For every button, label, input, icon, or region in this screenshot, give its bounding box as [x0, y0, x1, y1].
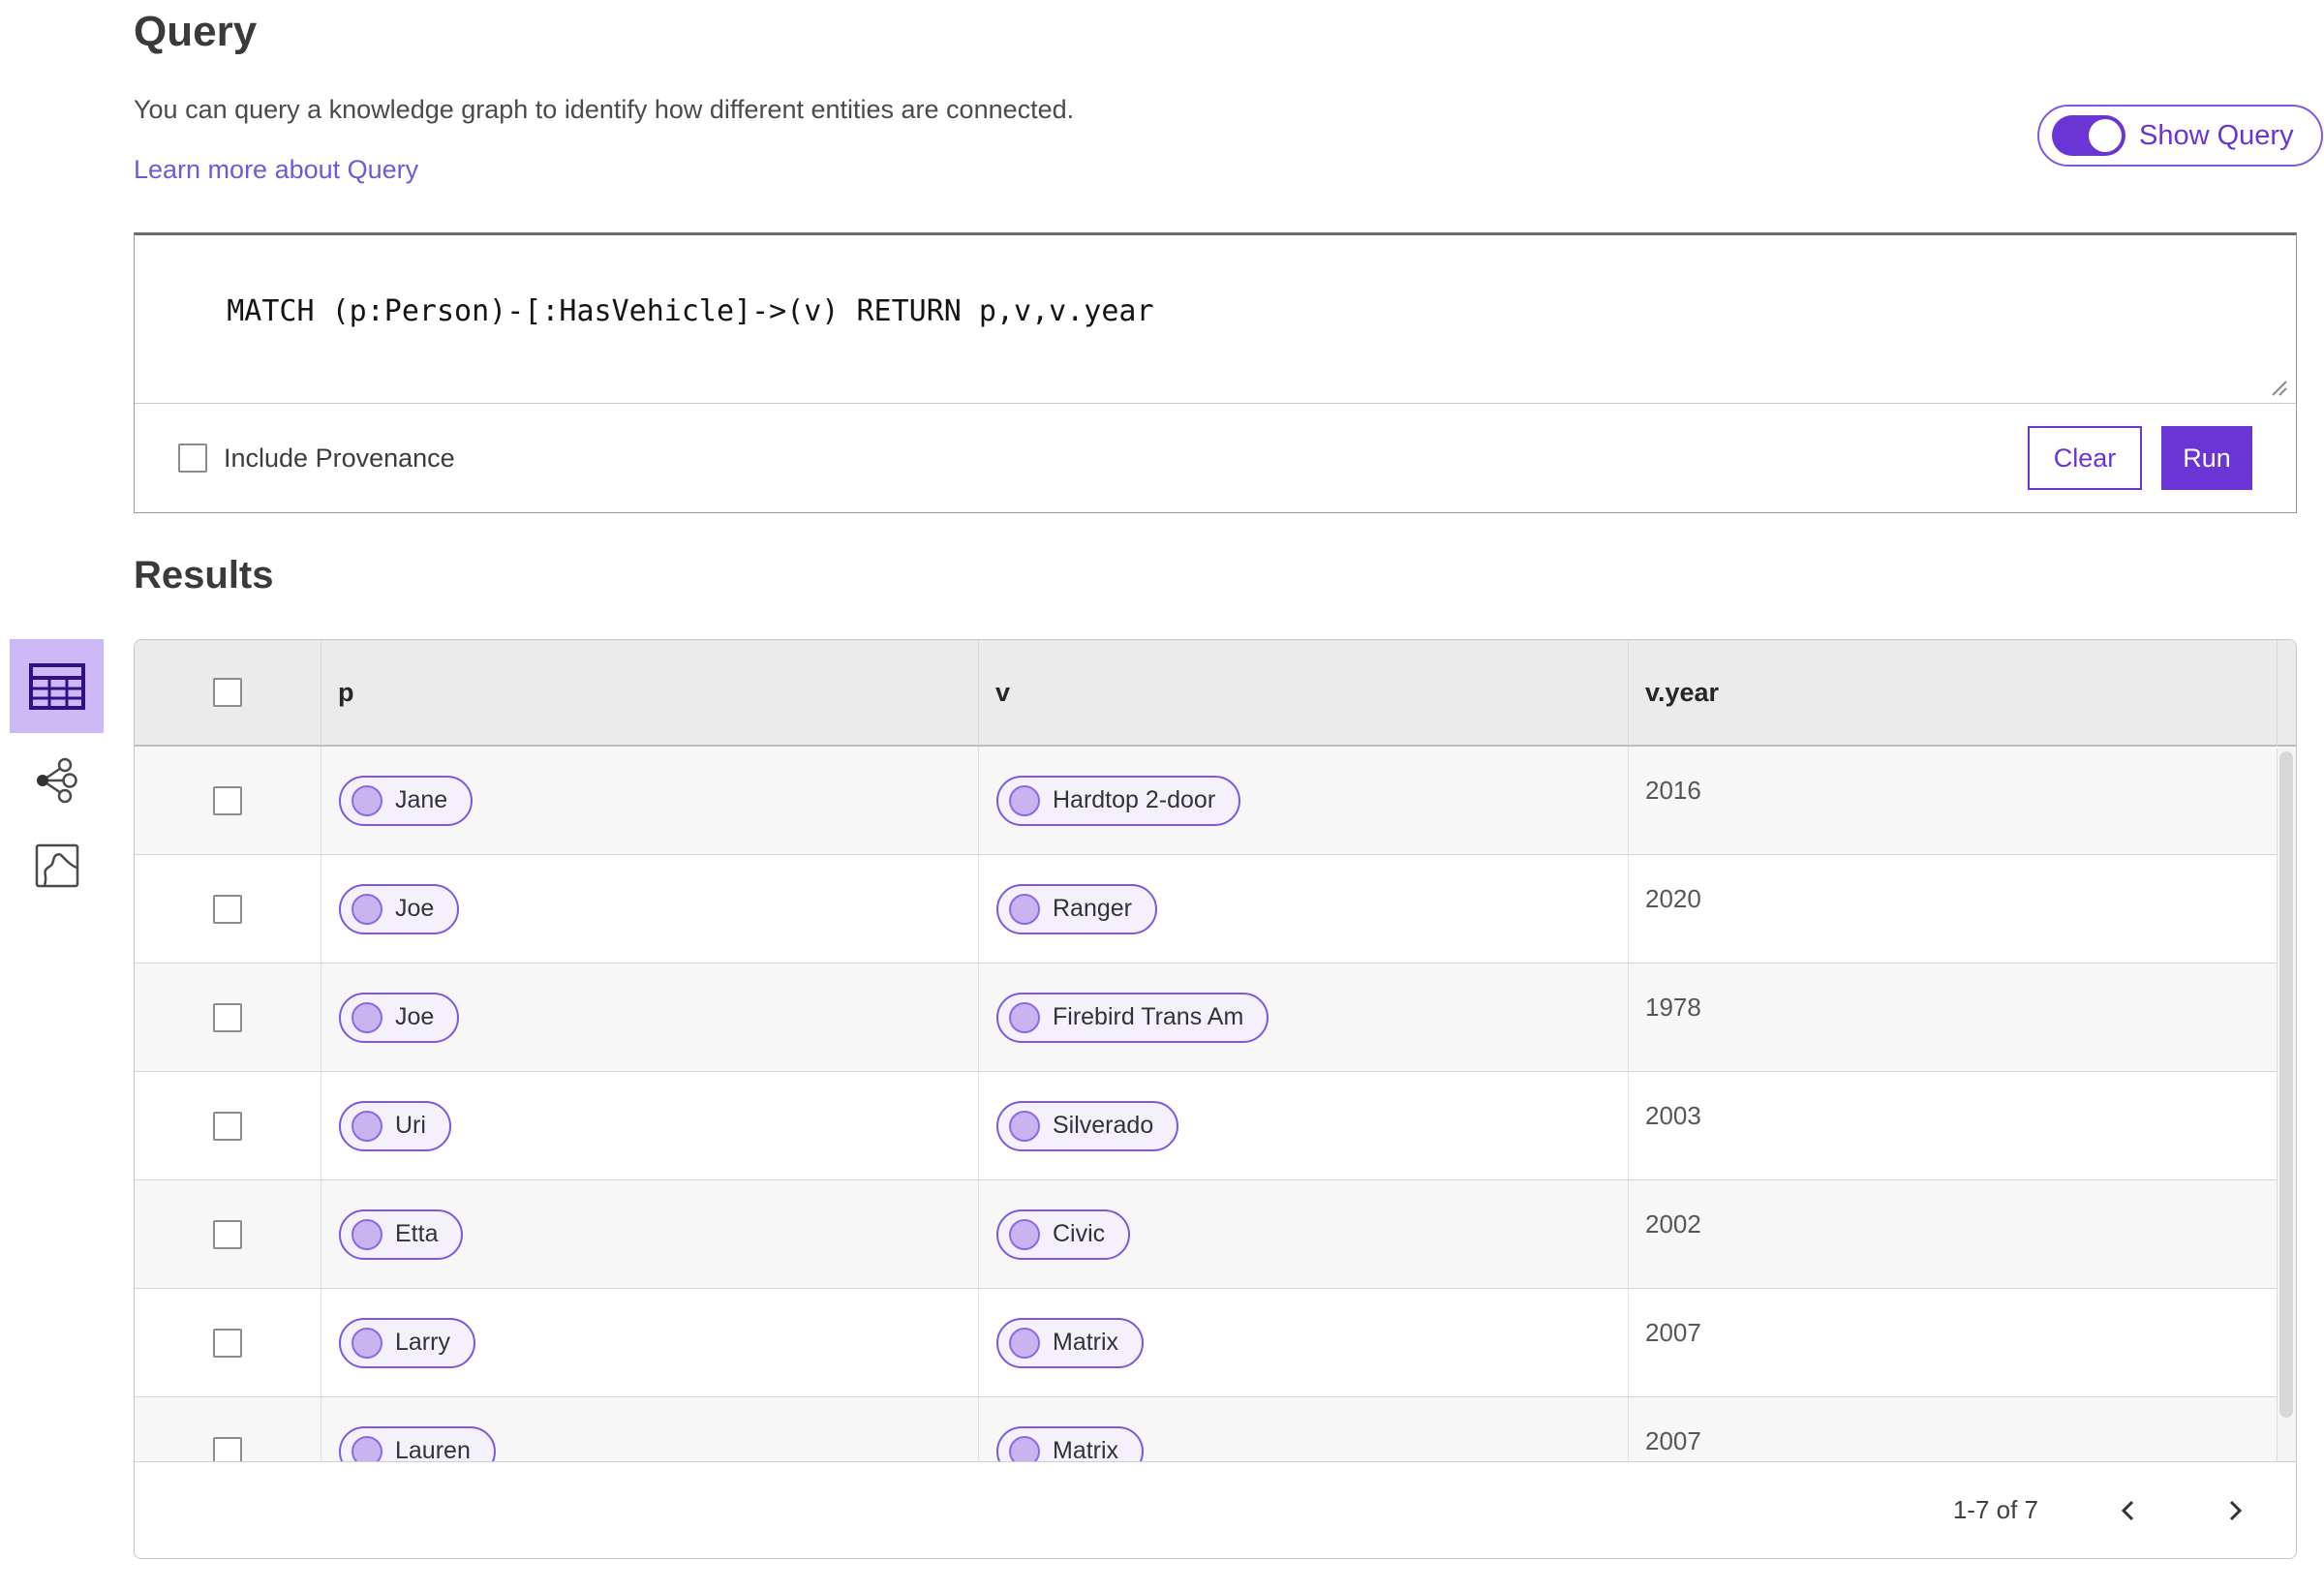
entity-label: Joe: [395, 895, 435, 922]
node-icon: [352, 1110, 382, 1142]
run-button[interactable]: Run: [2161, 426, 2252, 490]
show-query-label: Show Query: [2139, 119, 2294, 151]
clear-button[interactable]: Clear: [2028, 426, 2142, 490]
entity-label: Jane: [395, 786, 448, 813]
scrollbar-corner: [2277, 640, 2296, 747]
node-icon: [1009, 1001, 1040, 1033]
graph-icon: [37, 757, 77, 804]
entity-chip-p[interactable]: Uri: [339, 1100, 451, 1151]
table-body: Jane Hardtop 2-door 2016 Joe Ranger 2020: [135, 747, 2296, 1506]
node-icon: [352, 893, 382, 925]
entity-chip-p[interactable]: Larry: [339, 1317, 475, 1368]
table-view-button[interactable]: [10, 639, 104, 733]
select-all-checkbox[interactable]: [213, 678, 242, 707]
graph-view-button[interactable]: [29, 753, 83, 808]
entity-label: Matrix: [1053, 1329, 1119, 1356]
row-checkbox[interactable]: [213, 894, 242, 924]
row-checkbox[interactable]: [213, 1111, 242, 1141]
query-panel: MATCH (p:Person)-[:HasVehicle]->(v) RETU…: [134, 232, 2297, 513]
entity-label: Ranger: [1053, 895, 1132, 922]
node-icon: [352, 784, 382, 816]
v-year-value: 2020: [1628, 855, 2296, 963]
entity-label: Etta: [395, 1220, 439, 1247]
column-header-v-year: v.year: [1628, 640, 2296, 745]
pagination-range: 1-7 of 7: [1952, 1495, 2038, 1524]
scrollbar-thumb[interactable]: [2279, 751, 2293, 1418]
include-provenance-option[interactable]: Include Provenance: [178, 444, 455, 474]
v-year-value: 2002: [1628, 1180, 2296, 1288]
table-row: Uri Silverado 2003: [135, 1072, 2296, 1180]
table-row: Jane Hardtop 2-door 2016: [135, 747, 2296, 855]
row-checkbox[interactable]: [213, 1328, 242, 1358]
table-row: Joe Ranger 2020: [135, 855, 2296, 964]
node-icon: [1009, 893, 1040, 925]
entity-chip-p[interactable]: Jane: [339, 775, 474, 826]
map-view-button[interactable]: [32, 841, 82, 891]
chevron-left-icon: [2121, 1500, 2134, 1520]
v-year-value: 2003: [1628, 1072, 2296, 1179]
entity-label: Civic: [1053, 1220, 1106, 1247]
entity-label: Larry: [395, 1329, 450, 1356]
table-row: Etta Civic 2002: [135, 1180, 2296, 1289]
entity-chip-v[interactable]: Civic: [996, 1209, 1131, 1260]
chevron-right-icon: [2229, 1500, 2243, 1520]
entity-label: Silverado: [1053, 1112, 1154, 1139]
include-provenance-checkbox[interactable]: [178, 444, 207, 473]
entity-label: Firebird Trans Am: [1053, 1003, 1244, 1030]
entity-chip-p[interactable]: Joe: [339, 883, 460, 934]
resize-handle-icon[interactable]: [2267, 376, 2288, 397]
entity-chip-p[interactable]: Etta: [339, 1209, 464, 1260]
next-page-button[interactable]: [2218, 1494, 2251, 1527]
table-row: Joe Firebird Trans Am 1978: [135, 964, 2296, 1072]
entity-chip-v[interactable]: Hardtop 2-door: [996, 775, 1241, 826]
v-year-value: 2016: [1628, 747, 2296, 854]
results-title: Results: [134, 554, 274, 597]
query-input[interactable]: MATCH (p:Person)-[:HasVehicle]->(v) RETU…: [135, 235, 2296, 404]
node-icon: [1009, 784, 1040, 816]
entity-label: Hardtop 2-door: [1053, 786, 1216, 813]
previous-page-button[interactable]: [2112, 1494, 2145, 1527]
map-icon: [35, 843, 79, 888]
learn-more-link[interactable]: Learn more about Query: [134, 155, 418, 185]
toggle-knob: [2089, 119, 2122, 152]
table-footer: 1-7 of 7: [135, 1461, 2296, 1558]
page-title: Query: [134, 8, 258, 55]
v-year-value: 1978: [1628, 964, 2296, 1071]
node-icon: [352, 1001, 382, 1033]
toggle-switch-icon[interactable]: [2052, 115, 2125, 156]
node-icon: [1009, 1218, 1040, 1250]
table-header-row: p v v.year: [135, 640, 2296, 747]
table-icon: [28, 662, 85, 710]
node-icon: [1009, 1110, 1040, 1142]
entity-chip-v[interactable]: Ranger: [996, 883, 1157, 934]
entity-label: Uri: [395, 1112, 426, 1139]
entity-label: Joe: [395, 1003, 435, 1030]
row-checkbox[interactable]: [213, 1002, 242, 1032]
entity-chip-v[interactable]: Matrix: [996, 1317, 1145, 1368]
entity-chip-v[interactable]: Silverado: [996, 1100, 1179, 1151]
page-description: You can query a knowledge graph to ident…: [134, 95, 1075, 124]
node-icon: [352, 1218, 382, 1250]
table-row: Larry Matrix 2007: [135, 1289, 2296, 1397]
query-panel-footer: Include Provenance Clear Run: [135, 404, 2296, 512]
node-icon: [352, 1327, 382, 1359]
query-text: MATCH (p:Person)-[:HasVehicle]->(v) RETU…: [227, 294, 1154, 328]
show-query-toggle[interactable]: Show Query: [2037, 105, 2323, 167]
entity-chip-p[interactable]: Joe: [339, 992, 460, 1043]
v-year-value: 2007: [1628, 1289, 2296, 1396]
include-provenance-label: Include Provenance: [224, 443, 455, 473]
column-header-v: v: [978, 640, 1628, 745]
entity-chip-v[interactable]: Firebird Trans Am: [996, 992, 1269, 1043]
results-table: p v v.year Jane Hardtop 2-door 2016 Joe: [134, 639, 2297, 1559]
node-icon: [1009, 1327, 1040, 1359]
column-header-p: p: [321, 640, 978, 745]
row-checkbox[interactable]: [213, 1219, 242, 1249]
vertical-scrollbar: [2277, 749, 2296, 1461]
row-checkbox[interactable]: [213, 785, 242, 815]
